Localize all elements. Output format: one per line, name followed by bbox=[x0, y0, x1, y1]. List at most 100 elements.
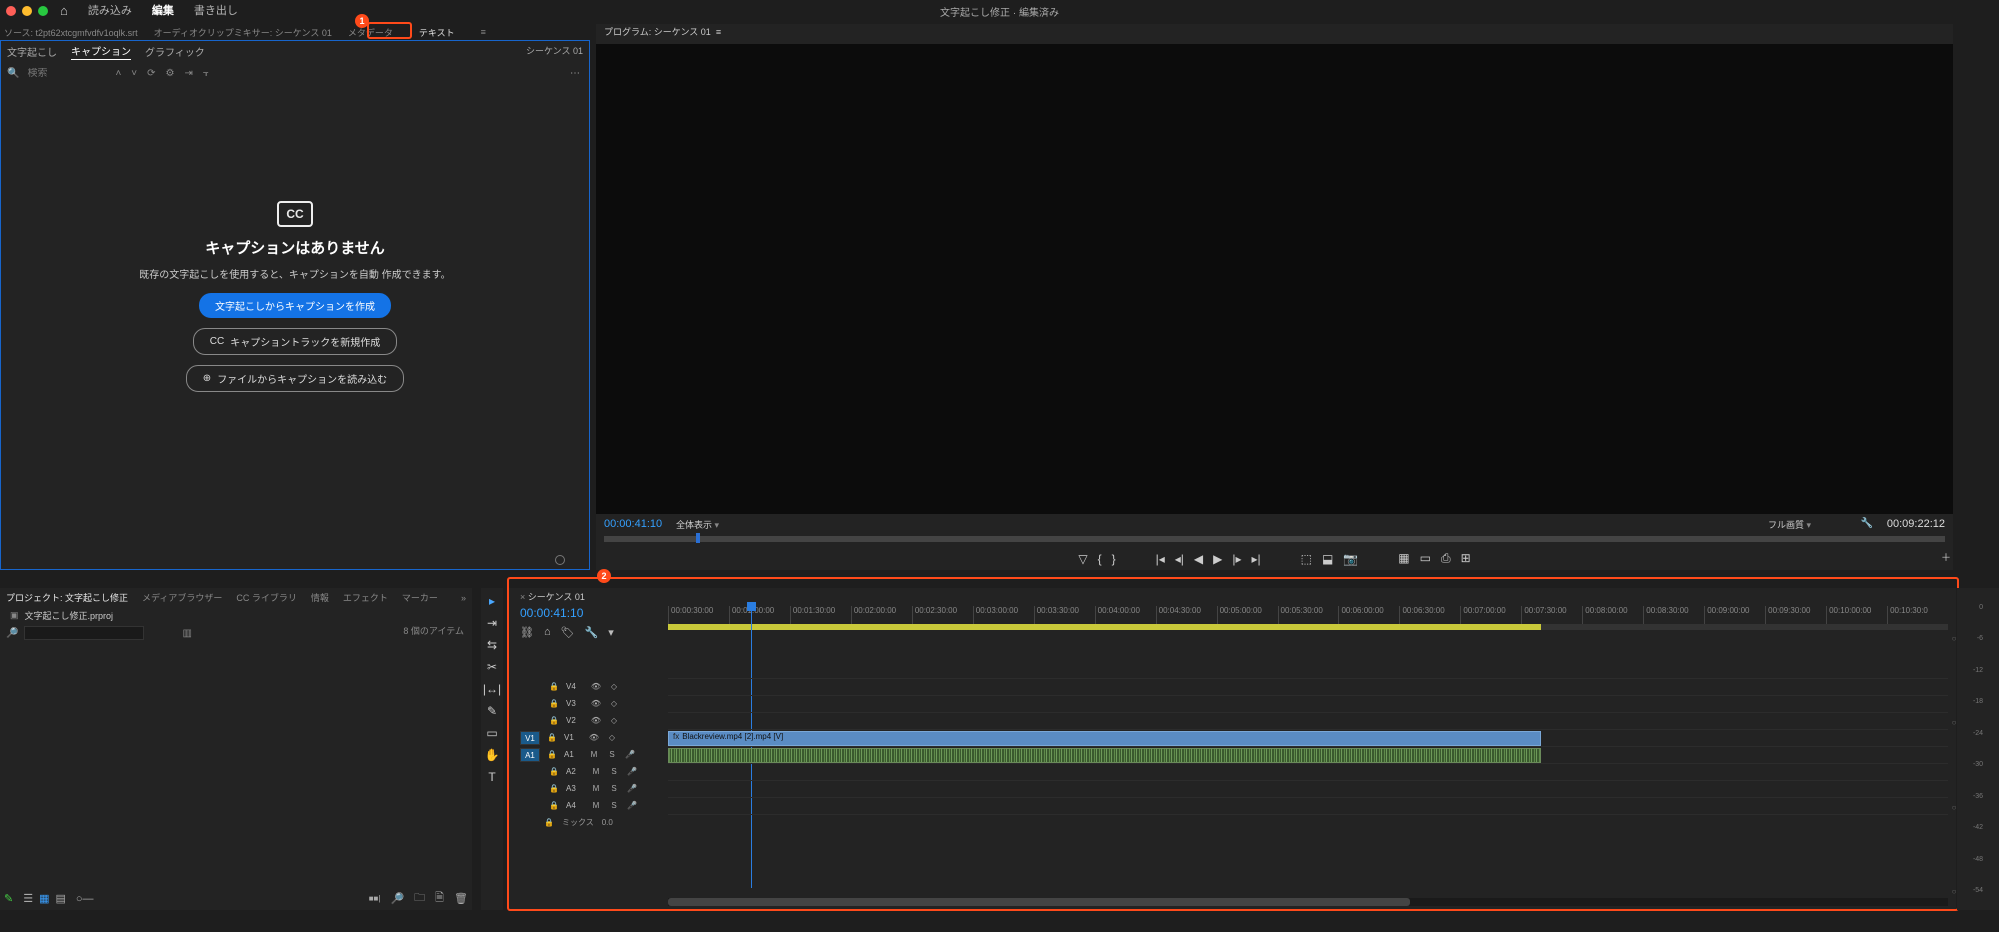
tab-effects[interactable]: エフェクト bbox=[343, 591, 388, 604]
clip-video[interactable]: fxBlackreview.mp4 [2].mp4 [V] bbox=[668, 731, 1541, 746]
more-icon[interactable]: ⋯ bbox=[570, 68, 581, 79]
track-v2[interactable] bbox=[668, 712, 1948, 729]
solo-icon[interactable]: S bbox=[606, 750, 618, 759]
track-header-v3[interactable]: 🔒V3👁◇ bbox=[514, 695, 664, 712]
lock-icon[interactable]: 🔒 bbox=[548, 682, 560, 691]
chevron-down-icon[interactable]: ˅ bbox=[131, 68, 137, 79]
split-icon[interactable]: ⫟ bbox=[203, 68, 209, 79]
ripple-edit-tool-icon[interactable]: ⇆ bbox=[487, 638, 497, 652]
timeline-sequence-tab[interactable]: シーケンス 01 bbox=[520, 590, 585, 603]
lock-icon[interactable]: 🔒 bbox=[548, 699, 560, 708]
tab-markers[interactable]: マーカー bbox=[402, 591, 438, 604]
timeline-timecode[interactable]: 00:00:41:10 bbox=[520, 606, 583, 620]
tab-source[interactable]: ソース: t2pt62xtcgmfvdfv1oqlk.srt bbox=[4, 26, 138, 39]
play-reverse-icon[interactable]: ◀ bbox=[1194, 552, 1203, 566]
v-zoom-handle[interactable]: ○ bbox=[1952, 718, 1957, 727]
track-v1[interactable]: fxBlackreview.mp4 [2].mp4 [V] bbox=[668, 729, 1948, 746]
new-caption-track-button[interactable]: CC キャプショントラックを新規作成 bbox=[193, 328, 397, 355]
minimize-window[interactable] bbox=[22, 6, 32, 16]
caption-track-icon[interactable]: ▾ bbox=[608, 626, 614, 639]
import-caption-file-button[interactable]: ⊕ ファイルからキャプションを読み込む bbox=[186, 365, 404, 392]
eye-icon[interactable]: 👁 bbox=[590, 699, 602, 708]
solo-icon[interactable]: S bbox=[608, 767, 620, 776]
source-patch[interactable]: A1 bbox=[520, 748, 540, 762]
lock-icon[interactable]: 🔒 bbox=[548, 716, 560, 725]
hand-tool-icon[interactable]: ✋ bbox=[485, 748, 500, 762]
list-view-icon[interactable]: ☰ bbox=[23, 892, 33, 905]
snap-icon[interactable]: ⛓ bbox=[520, 626, 534, 639]
mute-icon[interactable]: M bbox=[588, 750, 600, 759]
trash-icon[interactable]: 🗑 bbox=[454, 892, 468, 905]
eye-icon[interactable]: 👁 bbox=[590, 682, 602, 691]
automate-to-sequence-icon[interactable]: ■■| bbox=[369, 894, 381, 903]
track-a1[interactable] bbox=[668, 746, 1948, 763]
freeform-view-icon[interactable]: ▤ bbox=[56, 892, 66, 905]
tab-edit[interactable]: 編集 bbox=[152, 2, 174, 18]
settings-icon[interactable]: 🔧 bbox=[1861, 518, 1873, 529]
solo-icon[interactable]: S bbox=[608, 784, 620, 793]
tab-project[interactable]: プロジェクト: 文字起こし修正 bbox=[6, 591, 128, 604]
new-bin-icon[interactable]: 🗀 bbox=[414, 889, 425, 908]
tab-info[interactable]: 情報 bbox=[311, 591, 329, 604]
tab-export[interactable]: 書き出し bbox=[194, 2, 238, 18]
go-to-in-icon[interactable]: |◂ bbox=[1156, 552, 1165, 566]
selection-tool-icon[interactable]: ▸ bbox=[489, 594, 495, 608]
go-to-out-icon[interactable]: ▸| bbox=[1252, 552, 1261, 566]
linked-selection-icon[interactable]: ⌂ bbox=[544, 626, 551, 639]
tab-text-menu-icon[interactable]: ≡ bbox=[481, 27, 486, 37]
new-item-icon[interactable]: 🗎 bbox=[435, 889, 444, 908]
zoom-thumb[interactable] bbox=[668, 898, 1410, 906]
eye-icon[interactable]: 👁 bbox=[588, 733, 600, 742]
refresh-icon[interactable]: ⟳ bbox=[147, 68, 155, 79]
track-v4[interactable] bbox=[668, 678, 1948, 695]
settings-wrench-icon[interactable]: 🔧 bbox=[585, 626, 599, 639]
v-zoom-handle[interactable]: ○ bbox=[1952, 803, 1957, 812]
write-icon[interactable]: ✎ bbox=[4, 892, 13, 905]
find-icon[interactable]: 🔎 bbox=[390, 892, 404, 905]
mark-in-icon[interactable]: { bbox=[1098, 552, 1102, 566]
type-tool-icon[interactable]: T bbox=[488, 770, 495, 784]
lock-icon[interactable]: 🔒 bbox=[544, 818, 554, 827]
project-tabs-overflow-icon[interactable]: » bbox=[461, 593, 466, 603]
track-a3[interactable] bbox=[668, 780, 1948, 797]
bin-icon[interactable]: ▥ bbox=[182, 628, 191, 639]
razor-tool-icon[interactable]: ✂ bbox=[487, 660, 497, 674]
track-header-v1[interactable]: V1🔒V1👁◇ bbox=[514, 729, 664, 746]
track-header-a3[interactable]: 🔒A3MS🎤 bbox=[514, 780, 664, 797]
search-icon[interactable]: 🔍 bbox=[7, 68, 19, 79]
track-select-tool-icon[interactable]: ⇥ bbox=[487, 616, 497, 630]
mark-out-icon[interactable]: } bbox=[1112, 552, 1116, 566]
lock-icon[interactable]: 🔒 bbox=[546, 733, 558, 742]
voiceover-icon[interactable]: 🎤 bbox=[624, 750, 636, 759]
step-forward-icon[interactable]: |▸ bbox=[1232, 552, 1241, 566]
track-v3[interactable] bbox=[668, 695, 1948, 712]
timeline-ruler[interactable]: 00:00:30:0000:01:00:0000:01:30:0000:02:0… bbox=[668, 606, 1948, 624]
program-scrubber[interactable] bbox=[604, 536, 1945, 542]
subtab-graphics[interactable]: グラフィック bbox=[145, 44, 205, 59]
tab-cc-libraries[interactable]: CC ライブラリ bbox=[236, 591, 297, 604]
icon-view-icon[interactable]: ▦ bbox=[39, 892, 49, 905]
step-back-icon[interactable]: ◂| bbox=[1175, 552, 1184, 566]
vr-icon[interactable]: ⊞ bbox=[1461, 551, 1471, 566]
tab-text[interactable]: テキスト bbox=[409, 25, 465, 40]
tab-import[interactable]: 読み込み bbox=[88, 2, 132, 18]
solo-icon[interactable]: S bbox=[608, 801, 620, 810]
rectangle-tool-icon[interactable]: ▭ bbox=[486, 726, 497, 740]
safe-margins-icon[interactable]: ▭ bbox=[1420, 551, 1431, 566]
clip-audio[interactable] bbox=[668, 748, 1541, 763]
maximize-window[interactable] bbox=[38, 6, 48, 16]
tab-media-browser[interactable]: メディアブラウザー bbox=[142, 591, 222, 604]
track-header-v4[interactable]: 🔒V4👁◇ bbox=[514, 678, 664, 695]
v-zoom-handle[interactable]: ○ bbox=[1952, 887, 1957, 896]
lock-icon[interactable]: 🔒 bbox=[546, 750, 558, 759]
merge-icon[interactable]: ⇥ bbox=[185, 68, 193, 79]
program-tab-menu-icon[interactable]: ≡ bbox=[716, 27, 721, 37]
source-patch[interactable]: V1 bbox=[520, 731, 540, 745]
subtab-transcript[interactable]: 文字起こし bbox=[7, 44, 57, 59]
timeline-workarea[interactable] bbox=[668, 624, 1948, 630]
eye-icon[interactable]: 👁 bbox=[590, 716, 602, 725]
proxy-icon[interactable]: ⎙ bbox=[1441, 551, 1451, 566]
track-header-v2[interactable]: 🔒V2👁◇ bbox=[514, 712, 664, 729]
program-timecode-current[interactable]: 00:00:41:10 bbox=[604, 518, 662, 530]
chevron-up-icon[interactable]: ˄ bbox=[115, 68, 121, 79]
